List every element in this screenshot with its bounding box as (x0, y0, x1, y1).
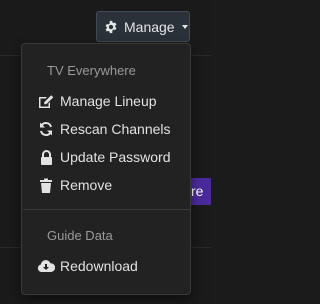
gear-icon (104, 20, 118, 34)
menu-item-label: Rescan Channels (60, 121, 171, 137)
menu-divider (23, 209, 191, 210)
section-header-tv-everywhere: TV Everywhere (47, 63, 136, 78)
menu-item-label: Redownload (60, 258, 138, 274)
menu-item-redownload[interactable]: Redownload (22, 253, 190, 279)
section-header-guide-data: Guide Data (47, 228, 113, 243)
menu-item-remove[interactable]: Remove (22, 172, 190, 198)
edit-icon (37, 92, 55, 110)
menu-item-manage-lineup[interactable]: Manage Lineup (22, 88, 190, 114)
trash-icon (37, 176, 55, 194)
lock-icon (37, 148, 55, 166)
page: re Manage TV Everywhere Manage Lineup Re… (0, 0, 211, 304)
partial-action-button[interactable]: re (188, 178, 211, 205)
menu-item-label: Manage Lineup (60, 93, 157, 109)
caret-down-icon (181, 25, 188, 29)
manage-dropdown-menu: TV Everywhere Manage Lineup Rescan Chann… (21, 43, 191, 295)
menu-item-label: Remove (60, 177, 113, 193)
refresh-icon (37, 120, 55, 138)
menu-item-update-password[interactable]: Update Password (22, 144, 190, 170)
menu-item-rescan-channels[interactable]: Rescan Channels (22, 116, 190, 142)
cloud-download-icon (37, 257, 55, 275)
manage-button-label: Manage (124, 18, 175, 35)
manage-button[interactable]: Manage (96, 11, 190, 42)
menu-item-label: Update Password (60, 149, 171, 165)
